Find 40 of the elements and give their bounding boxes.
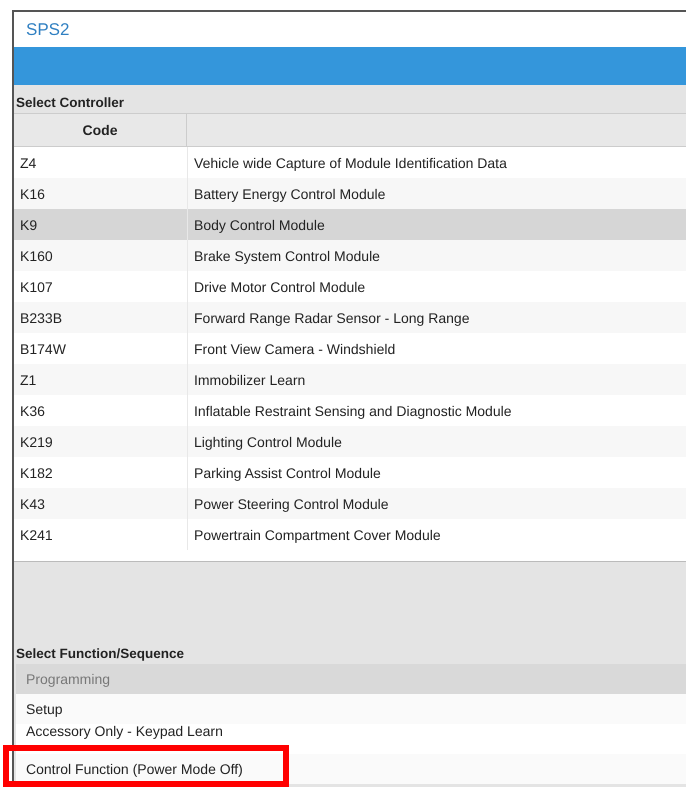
function-item[interactable]: Accessory Only - Keypad Learn xyxy=(16,724,686,754)
code-cell: Z4 xyxy=(20,154,36,170)
name-cell-text: Immobilizer Learn xyxy=(193,372,306,388)
section-label: Select Controller xyxy=(14,85,686,113)
table-row[interactable]: K241 Powertrain Compartment Cover Module xyxy=(14,519,686,550)
name-cell-text: Power Steering Control Module xyxy=(193,496,389,512)
name-cell-text: Vehicle wide Capture of Module Identification Data xyxy=(193,154,507,170)
name-cell-text: Lighting Control Module xyxy=(193,434,342,450)
name-cell-text: Body Control Module xyxy=(193,216,325,232)
code-cell: K9 xyxy=(20,216,38,232)
name-cell-text: Front View Camera - Windshield xyxy=(193,340,396,356)
code-cell: K182 xyxy=(20,464,53,480)
table-row[interactable]: Z1 Immobilizer Learn xyxy=(14,364,686,395)
name-cell-text: Drive Motor Control Module xyxy=(193,278,366,294)
name-cell-text: Forward Range Radar Sensor - Long Range xyxy=(193,310,470,326)
code-cell: K160 xyxy=(20,248,53,264)
name-cell-text: Brake System Control Module xyxy=(193,248,380,264)
code-cell: K43 xyxy=(20,496,45,512)
function-item[interactable]: Setup xyxy=(16,694,686,724)
code-cell: K107 xyxy=(20,278,53,294)
table-row[interactable]: B233B Forward Range Radar Sensor - Long Range xyxy=(14,302,686,333)
table-row[interactable]: K16 Battery Energy Control Module xyxy=(14,178,686,209)
code-cell: K36 xyxy=(20,402,45,418)
code-cell: K241 xyxy=(20,526,53,542)
code-cell: K16 xyxy=(20,186,45,202)
table-row[interactable]: K160 Brake System Control Module xyxy=(14,240,686,271)
table-row[interactable]: K43 Power Steering Control Module xyxy=(14,488,686,519)
name-cell-text: Powertrain Compartment Cover Module xyxy=(193,526,441,542)
table-row[interactable]: K9 Body Control Module xyxy=(14,209,686,240)
code-cell: K219 xyxy=(20,434,53,450)
name-cell-text: Parking Assist Control Module xyxy=(193,464,381,480)
name-cell-text: Inflatable Restraint Sensing and Diagnostic Module xyxy=(193,402,512,418)
window-title: SPS2 xyxy=(25,18,70,40)
name-cell-text: Battery Energy Control Module xyxy=(193,186,386,202)
table-row[interactable]: K219 Lighting Control Module xyxy=(14,426,686,457)
code-cell: Z1 xyxy=(20,372,36,388)
section-label: Select Function/Sequence xyxy=(14,636,686,664)
code-cell: B233B xyxy=(20,310,62,326)
code-cell: B174W xyxy=(20,340,66,356)
function-item[interactable]: Control Function (Power Mode Off) xyxy=(16,754,686,784)
